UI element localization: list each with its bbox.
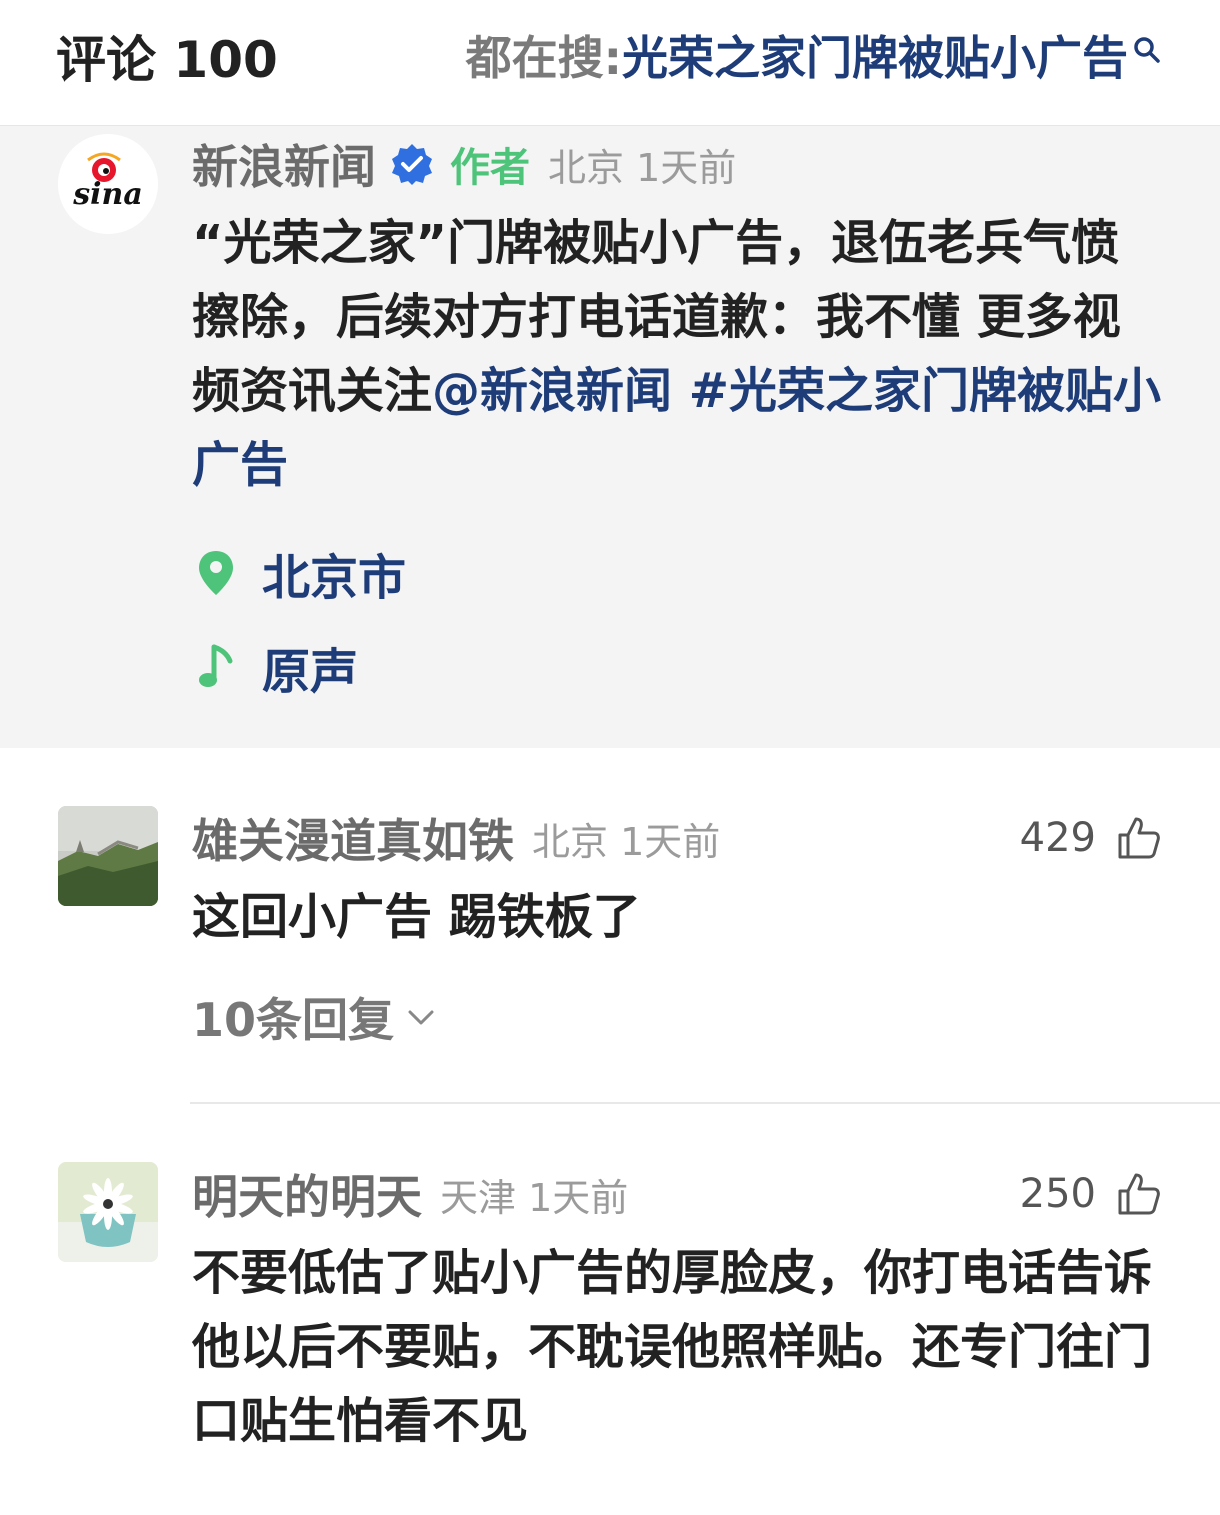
music-note-icon [199, 644, 233, 687]
location-pin-icon [199, 551, 233, 595]
search-icon[interactable] [1132, 22, 1162, 63]
author-tag: 作者 [450, 145, 530, 191]
like-button[interactable]: 429 [1020, 808, 1162, 868]
commenter-avatar[interactable] [58, 806, 158, 906]
replies-label: 10条回复 [192, 993, 395, 1047]
author-avatar[interactable]: sina [58, 134, 158, 234]
location-tag[interactable]: 北京市 [196, 538, 406, 608]
sina-logo-icon: sina [58, 134, 158, 234]
mention-link[interactable]: @新浪新闻 [432, 363, 672, 419]
trending-search-prefix: 都在搜: [465, 31, 622, 85]
like-count: 429 [1019, 815, 1096, 861]
comment-header: 雄关漫道真如铁 北京 1天前 [192, 808, 720, 868]
comment-text: 这回小广告 踢铁板了 [192, 889, 641, 945]
thumbs-up-icon [1118, 1173, 1160, 1215]
like-button[interactable]: 250 [1020, 1164, 1162, 1224]
chevron-down-icon [408, 1010, 434, 1025]
svg-text:sina: sina [72, 177, 143, 212]
music-tag-label: 原声 [262, 644, 359, 700]
comment-header: 明天的明天 天津 1天前 [192, 1164, 628, 1224]
post-author-name[interactable]: 新浪新闻 [192, 131, 376, 197]
thumbs-up-icon [1118, 817, 1160, 859]
trending-search-topic[interactable]: 光荣之家门牌被贴小广告 [622, 22, 1128, 88]
location-tag-label: 北京市 [262, 550, 407, 606]
comment-text: 不要低估了贴小广告的厚脸皮，你打电话告诉他以后不要贴，不耽误他照样贴。还专门往门… [192, 1245, 1153, 1449]
commenter-avatar[interactable] [58, 1162, 158, 1262]
commenter-name[interactable]: 雄关漫道真如铁 [192, 805, 514, 871]
original-post: sina 新浪新闻 作者 北京 1天前 “光荣之家”门牌被贴小广告，退伍老兵气愤… [0, 126, 1220, 748]
music-tag[interactable]: 原声 [196, 632, 358, 702]
comment-count-title: 评论 100 [56, 31, 278, 89]
comments-header: 评论 100 都在搜: 光荣之家门牌被贴小广告 [0, 0, 1220, 126]
trending-search[interactable]: 都在搜: 光荣之家门牌被贴小广告 [466, 22, 1162, 88]
view-replies-button[interactable]: 10条回复 [192, 984, 436, 1050]
like-count: 250 [1019, 1171, 1096, 1217]
comment-meta: 北京 1天前 [532, 819, 721, 864]
comment-meta: 天津 1天前 [440, 1175, 629, 1220]
post-content: “光荣之家”门牌被贴小广告，退伍老兵气愤擦除，后续对方打电话道歉：我不懂 更多视… [192, 206, 1167, 502]
post-meta: 北京 1天前 [548, 145, 737, 190]
verified-badge-icon [392, 144, 432, 185]
commenter-name[interactable]: 明天的明天 [192, 1161, 422, 1227]
comment-divider [190, 1102, 1220, 1104]
post-author-line: 新浪新闻 作者 北京 1天前 [192, 136, 737, 194]
